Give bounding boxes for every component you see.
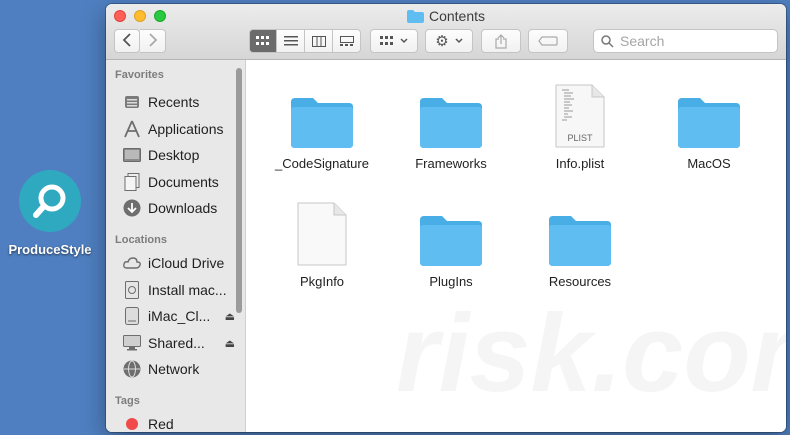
sidebar-item-label: Shared...: [148, 335, 205, 351]
folder-icon: [406, 9, 424, 23]
file-item-info-plist[interactable]: PLIST Info.plist: [516, 76, 644, 171]
back-button[interactable]: [114, 29, 140, 53]
folder-icon: [420, 194, 482, 266]
drive-icon: [123, 307, 141, 325]
search-field[interactable]: Search: [593, 29, 778, 53]
window-title: Contents: [106, 8, 786, 24]
window-title-text: Contents: [428, 8, 486, 24]
group-grid-icon: [380, 36, 393, 45]
search-placeholder: Search: [620, 33, 665, 49]
red-tag-dot-icon: [123, 415, 141, 432]
file-item-plugins[interactable]: PlugIns: [387, 194, 515, 289]
share-icon: [495, 33, 507, 49]
file-item-pkginfo[interactable]: PkgInfo: [258, 194, 386, 289]
action-menu-button[interactable]: ⚙: [425, 29, 473, 53]
eject-icon[interactable]: ⏏: [225, 337, 235, 350]
desktop-icon: [123, 146, 141, 164]
documents-icon: [123, 173, 141, 191]
monitor-icon: [123, 334, 141, 352]
sidebar-item-label: Downloads: [148, 200, 218, 216]
sidebar-header-locations: Locations: [115, 234, 167, 246]
disk-image-icon: [123, 281, 141, 299]
desktop-app-label: ProduceStyle: [8, 242, 92, 257]
desktop-app-producestyle[interactable]: ProduceStyle: [0, 170, 100, 257]
sidebar-item-label: Recents: [148, 94, 200, 110]
folder-icon: [420, 76, 482, 148]
document-file-icon: [297, 194, 347, 266]
file-item-macos[interactable]: MacOS: [645, 76, 773, 171]
folder-icon: [549, 194, 611, 266]
columns-icon: [311, 35, 326, 47]
grid-icon: [256, 36, 269, 45]
sidebar-header-favorites: Favorites: [115, 69, 164, 81]
icon-view-button[interactable]: [249, 29, 277, 53]
sidebar-item-install-mac[interactable]: Install mac...: [123, 279, 235, 301]
sidebar: Favorites Recents Applications Desktop D…: [106, 60, 246, 432]
sidebar-item-network[interactable]: Network: [123, 358, 235, 380]
file-grid: risk.com _CodeSignature Frameworks: [246, 60, 786, 432]
sidebar-header-tags: Tags: [115, 395, 140, 407]
sidebar-item-downloads[interactable]: Downloads: [123, 197, 235, 219]
applications-icon: [123, 120, 141, 138]
network-icon: [123, 360, 141, 378]
recents-icon: [123, 93, 141, 111]
sidebar-item-imac-drive[interactable]: iMac_Cl... ⏏: [123, 305, 235, 327]
share-button[interactable]: [481, 29, 521, 53]
downloads-icon: [123, 199, 141, 217]
file-name: Info.plist: [555, 156, 605, 171]
tag-icon: [538, 36, 558, 46]
tags-button[interactable]: [528, 29, 568, 53]
folder-icon: [291, 76, 353, 148]
file-item-resources[interactable]: Resources: [516, 194, 644, 289]
sidebar-scrollbar[interactable]: [236, 68, 242, 313]
sidebar-item-label: Network: [148, 361, 200, 377]
file-item-frameworks[interactable]: Frameworks: [387, 76, 515, 171]
search-icon: [601, 34, 614, 48]
file-name: Resources: [548, 274, 612, 289]
file-name: MacOS: [687, 156, 731, 171]
file-name: _CodeSignature: [275, 156, 369, 171]
sidebar-item-documents[interactable]: Documents: [123, 171, 235, 193]
plist-file-icon: PLIST: [555, 76, 605, 148]
finder-window: Contents ⚙ Search Favorites Recents Appl…: [106, 4, 786, 432]
sidebar-item-tag-red[interactable]: Red: [123, 413, 235, 432]
gallery-view-button[interactable]: [333, 29, 361, 53]
watermark: risk.com: [396, 292, 786, 415]
chevron-left-icon: [122, 32, 132, 50]
sidebar-item-applications[interactable]: Applications: [123, 118, 235, 140]
chevron-right-icon: [148, 32, 158, 50]
sidebar-item-label: iMac_Cl...: [148, 308, 211, 324]
view-mode-selector: [249, 29, 361, 53]
folder-icon: [678, 76, 740, 148]
gallery-icon: [339, 35, 354, 46]
titlebar: Contents ⚙ Search: [106, 4, 786, 60]
group-by-button[interactable]: [370, 29, 418, 53]
sidebar-item-icloud-drive[interactable]: iCloud Drive: [123, 252, 235, 274]
sidebar-item-label: iCloud Drive: [148, 255, 225, 271]
eject-icon[interactable]: ⏏: [225, 310, 235, 323]
list-view-button[interactable]: [277, 29, 305, 53]
chevron-down-icon: [455, 38, 463, 44]
sidebar-item-desktop[interactable]: Desktop: [123, 144, 235, 166]
gear-icon: ⚙: [435, 33, 449, 50]
file-name: PlugIns: [429, 274, 473, 289]
sidebar-item-label: Documents: [148, 174, 219, 190]
sidebar-item-recents[interactable]: Recents: [123, 91, 235, 113]
file-item-codesignature[interactable]: _CodeSignature: [258, 76, 386, 171]
chevron-down-icon: [400, 38, 408, 44]
magnifier-app-icon: [19, 170, 81, 232]
plist-badge: PLIST: [567, 133, 593, 143]
sidebar-item-label: Install mac...: [148, 282, 227, 298]
column-view-button[interactable]: [305, 29, 333, 53]
sidebar-item-shared[interactable]: Shared... ⏏: [123, 332, 235, 354]
sidebar-item-label: Applications: [148, 121, 224, 137]
list-icon: [283, 36, 298, 46]
file-name: PkgInfo: [299, 274, 345, 289]
file-name: Frameworks: [415, 156, 487, 171]
sidebar-item-label: Red: [148, 416, 174, 432]
sidebar-item-label: Desktop: [148, 147, 200, 163]
forward-button[interactable]: [140, 29, 166, 53]
cloud-icon: [123, 254, 141, 272]
